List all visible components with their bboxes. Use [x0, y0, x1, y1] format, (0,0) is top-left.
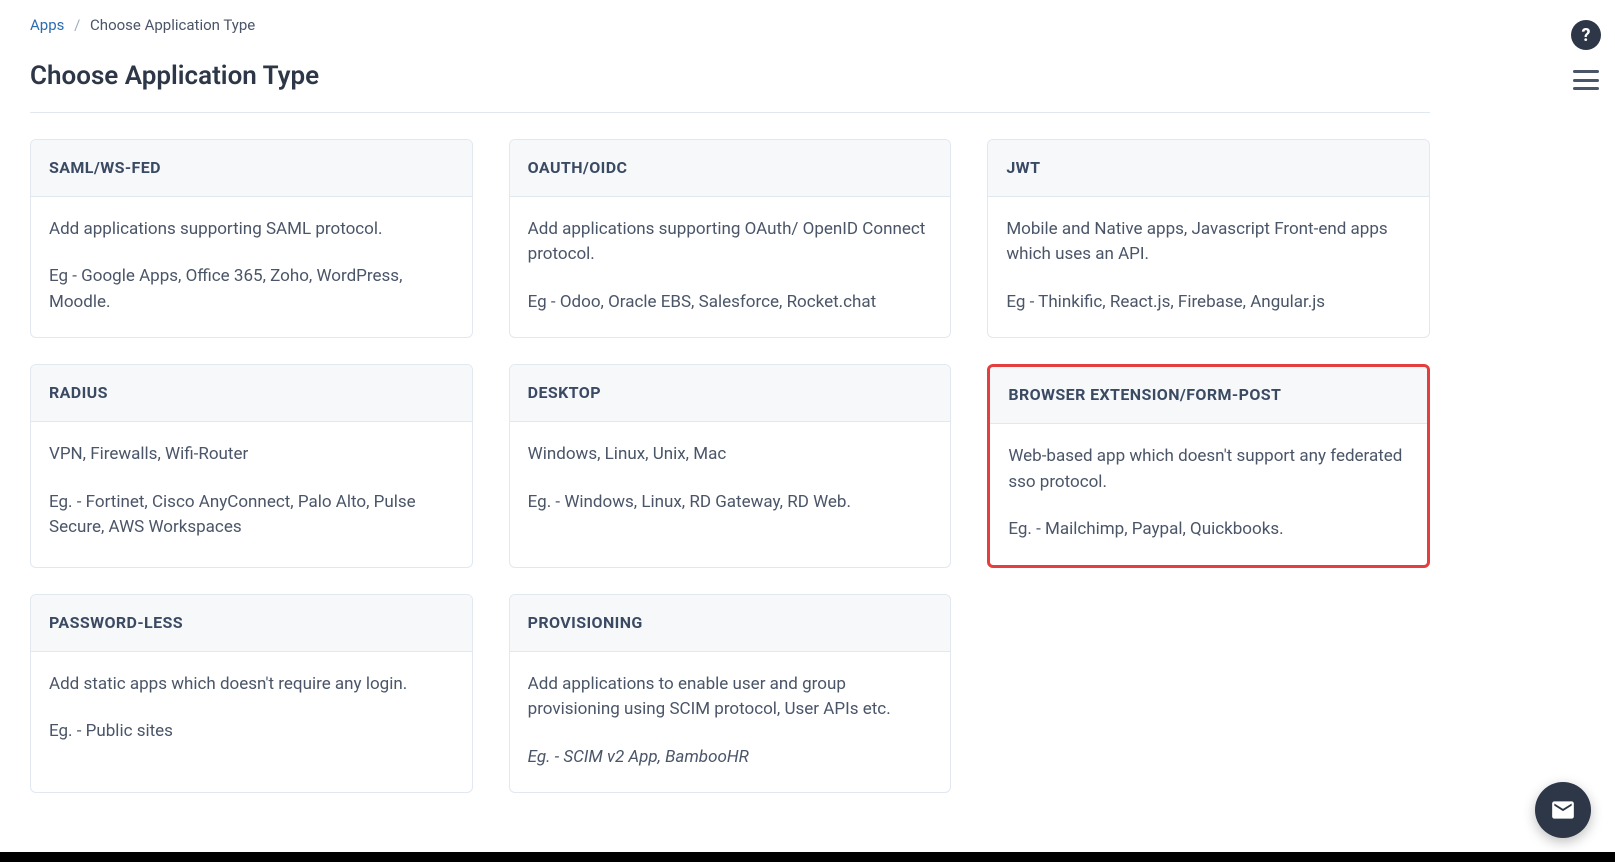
title-divider — [30, 112, 1430, 113]
card-body: Add applications supporting OAuth/ OpenI… — [510, 197, 951, 338]
side-menu-button[interactable] — [1573, 70, 1599, 90]
card-example: Eg - Thinkific, React.js, Firebase, Angu… — [1006, 290, 1411, 316]
card-body: Mobile and Native apps, Javascript Front… — [988, 197, 1429, 338]
breadcrumb-root-link[interactable]: Apps — [30, 16, 64, 34]
app-type-card[interactable]: RADIUS VPN, Firewalls, Wifi-Router Eg. - F… — [30, 364, 473, 568]
card-header: JWT — [988, 140, 1429, 197]
card-header: RADIUS — [31, 365, 472, 422]
hamburger-icon — [1573, 87, 1599, 90]
chat-button[interactable] — [1535, 782, 1591, 838]
breadcrumb-separator: / — [74, 16, 80, 34]
card-example: Eg. - Windows, Linux, RD Gateway, RD Web… — [528, 490, 933, 516]
card-description: Add applications supporting OAuth/ OpenI… — [528, 217, 933, 268]
card-example: Eg. - Fortinet, Cisco AnyConnect, Palo A… — [49, 490, 454, 541]
card-header: BROWSER EXTENSION/FORM-POST — [990, 367, 1427, 424]
card-body: VPN, Firewalls, Wifi-Router Eg. - Fortine… — [31, 422, 472, 563]
app-type-cards-grid: SAML/WS-FED Add applications supporting S… — [30, 139, 1430, 794]
card-example: Eg. - Public sites — [49, 719, 454, 745]
app-type-card[interactable]: DESKTOP Windows, Linux, Unix, Mac Eg. - Wi… — [509, 364, 952, 568]
side-controls: ? — [1571, 20, 1601, 90]
card-header: PROVISIONING — [510, 595, 951, 652]
card-header: DESKTOP — [510, 365, 951, 422]
card-title: OAUTH/OIDC — [528, 156, 933, 180]
card-body: Add applications supporting SAML protoco… — [31, 197, 472, 338]
card-description: VPN, Firewalls, Wifi-Router — [49, 442, 454, 468]
card-example: Eg - Odoo, Oracle EBS, Salesforce, Rocke… — [528, 290, 933, 316]
app-type-card[interactable]: JWT Mobile and Native apps, Javascript Fr… — [987, 139, 1430, 339]
card-example: Eg - Google Apps, Office 365, Zoho, Word… — [49, 264, 454, 315]
breadcrumb: Apps / Choose Application Type — [30, 14, 1430, 37]
card-description: Add applications to enable user and grou… — [528, 672, 933, 723]
page-title: Choose Application Type — [30, 57, 1430, 96]
hamburger-icon — [1573, 70, 1599, 73]
card-title: RADIUS — [49, 381, 454, 405]
help-icon: ? — [1582, 22, 1591, 49]
card-description: Web-based app which doesn't support any … — [1008, 444, 1409, 495]
app-type-card[interactable]: PROVISIONING Add applications to enable u… — [509, 594, 952, 794]
card-title: BROWSER EXTENSION/FORM-POST — [1008, 383, 1409, 407]
card-description: Windows, Linux, Unix, Mac — [528, 442, 933, 468]
card-description: Add static apps which doesn't require an… — [49, 672, 454, 698]
card-example: Eg. - Mailchimp, Paypal, Quickbooks. — [1008, 517, 1409, 543]
card-header: PASSWORD-LESS — [31, 595, 472, 652]
card-body: Add applications to enable user and grou… — [510, 652, 951, 793]
card-title: PROVISIONING — [528, 611, 933, 635]
card-body: Windows, Linux, Unix, Mac Eg. - Windows, … — [510, 422, 951, 537]
card-description: Add applications supporting SAML protoco… — [49, 217, 454, 243]
card-title: JWT — [1006, 156, 1411, 180]
hamburger-icon — [1573, 79, 1599, 82]
breadcrumb-current: Choose Application Type — [90, 16, 255, 34]
card-description: Mobile and Native apps, Javascript Front… — [1006, 217, 1411, 268]
card-header: OAUTH/OIDC — [510, 140, 951, 197]
card-header: SAML/WS-FED — [31, 140, 472, 197]
mail-icon — [1550, 797, 1576, 823]
card-title: DESKTOP — [528, 381, 933, 405]
card-body: Add static apps which doesn't require an… — [31, 652, 472, 767]
card-body: Web-based app which doesn't support any … — [990, 424, 1427, 565]
app-type-card[interactable]: OAUTH/OIDC Add applications supporting OA… — [509, 139, 952, 339]
card-example: Eg. - SCIM v2 App, BambooHR — [528, 745, 933, 771]
card-title: SAML/WS-FED — [49, 156, 454, 180]
app-type-card[interactable]: BROWSER EXTENSION/FORM-POST Web-based app… — [987, 364, 1430, 568]
app-type-card[interactable]: SAML/WS-FED Add applications supporting S… — [30, 139, 473, 339]
card-title: PASSWORD-LESS — [49, 611, 454, 635]
app-type-card[interactable]: PASSWORD-LESS Add static apps which doesn… — [30, 594, 473, 794]
bottom-bar — [0, 852, 1615, 862]
help-button[interactable]: ? — [1571, 20, 1601, 50]
